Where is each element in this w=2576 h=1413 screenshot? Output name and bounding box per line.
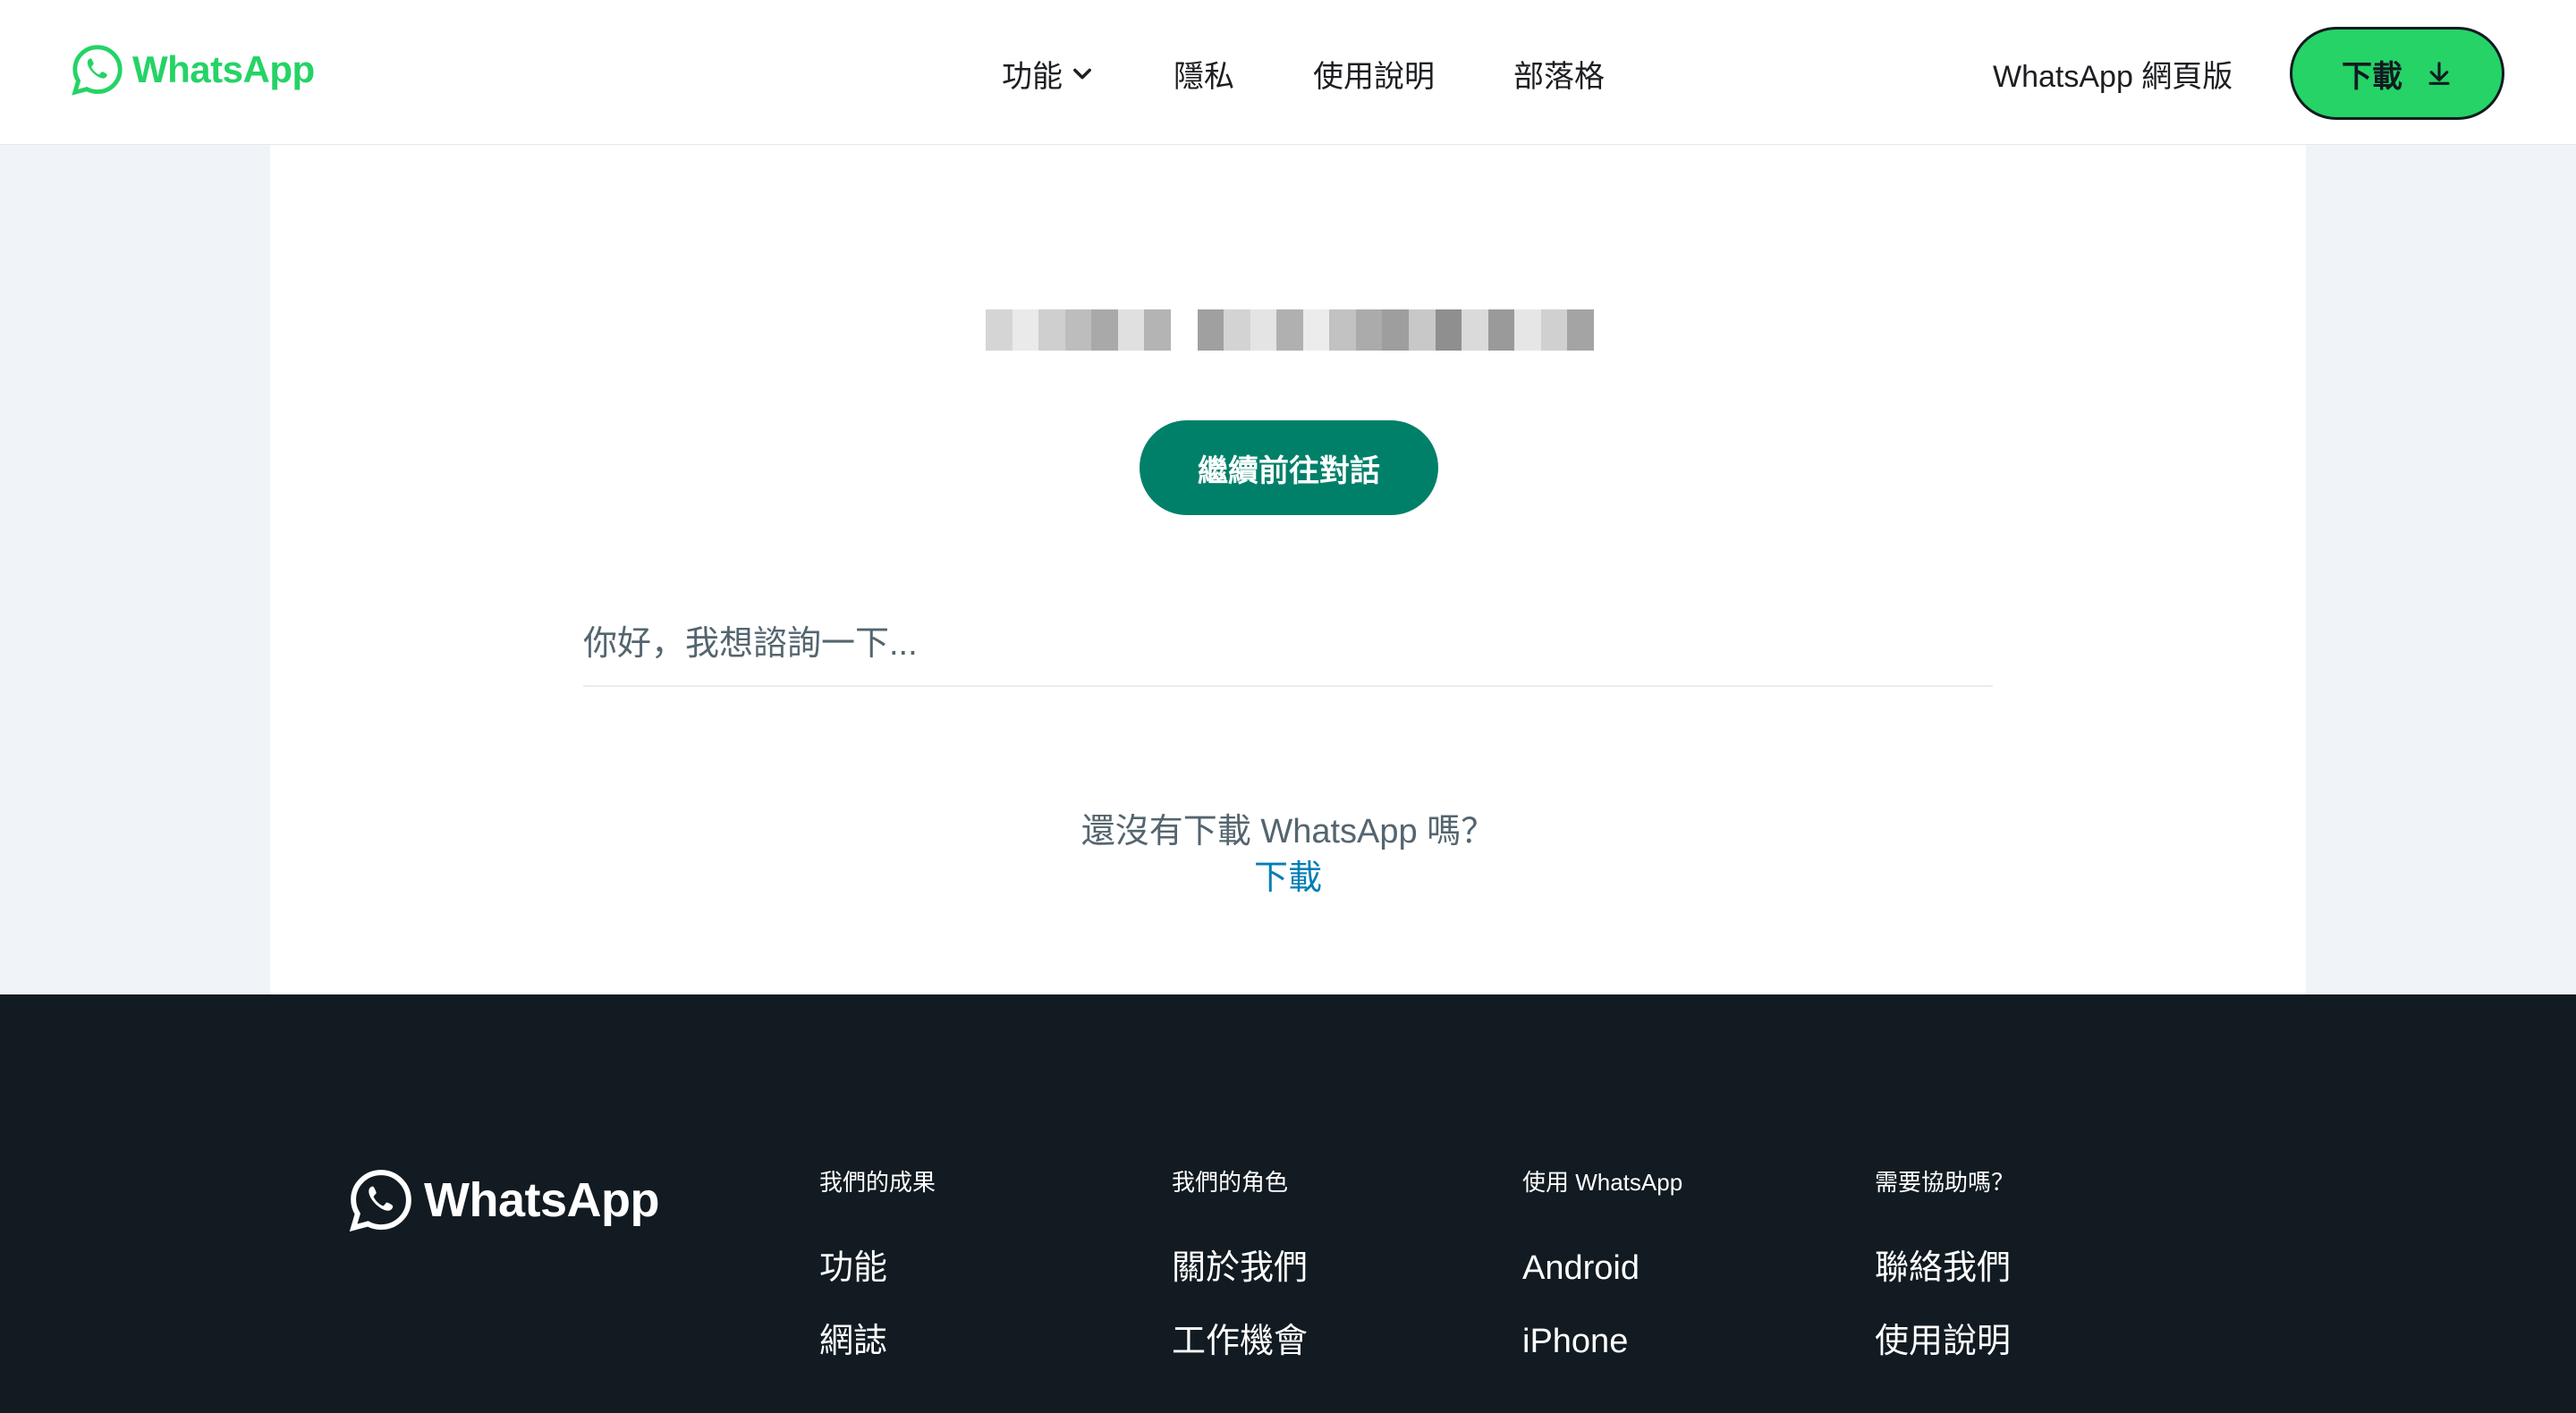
nav-privacy-label: 隱私 bbox=[1174, 59, 1234, 94]
site-header: WhatsApp 功能 隱私 使用說明 部落格 WhatsApp 網頁版 下載 bbox=[0, 0, 2576, 145]
footer-column-help: 需要協助嗎？ 聯絡我們 使用說明 bbox=[1875, 1164, 2197, 1393]
download-button-label: 下載 bbox=[2342, 59, 2402, 94]
footer-heading: 我們的成果 bbox=[819, 1169, 936, 1196]
no-app-prompt: 還沒有下載 WhatsApp 嗎？ bbox=[1080, 813, 1496, 850]
nav-features-label: 功能 bbox=[1002, 59, 1063, 94]
whatsapp-icon bbox=[72, 45, 123, 96]
site-footer: WhatsApp 我們的成果 功能 網誌 我們的角色 關於我們 工作機會 使用 … bbox=[0, 994, 2576, 1413]
nav-help-label: 使用說明 bbox=[1313, 59, 1435, 94]
download-button[interactable]: 下載 bbox=[2290, 27, 2504, 120]
footer-column-about: 我們的角色 關於我們 工作機會 bbox=[1172, 1164, 1494, 1393]
nav-privacy[interactable]: 隱私 bbox=[1174, 52, 1234, 96]
footer-logo-text: WhatsApp bbox=[424, 1173, 659, 1227]
whatsapp-icon bbox=[349, 1170, 411, 1232]
footer-column-use-whatsapp: 使用 WhatsApp Android iPhone bbox=[1522, 1164, 1844, 1393]
footer-logo[interactable]: WhatsApp bbox=[347, 1164, 659, 1236]
footer-heading: 我們的角色 bbox=[1172, 1169, 1289, 1196]
footer-link-android[interactable]: Android bbox=[1522, 1247, 1844, 1320]
continue-to-chat-button[interactable]: 繼續前往對話 bbox=[1140, 420, 1438, 515]
logo-text: WhatsApp bbox=[132, 48, 315, 90]
footer-link-contact[interactable]: 聯絡我們 bbox=[1875, 1247, 2197, 1320]
chevron-down-icon bbox=[1073, 68, 1091, 80]
nav-blog-label: 部落格 bbox=[1513, 59, 1605, 94]
nav-blog[interactable]: 部落格 bbox=[1513, 52, 1605, 96]
footer-heading: 需要協助嗎？ bbox=[1875, 1169, 2015, 1196]
main-nav: 功能 隱私 使用說明 部落格 bbox=[1002, 50, 1605, 97]
footer-link-about-us[interactable]: 關於我們 bbox=[1172, 1247, 1494, 1320]
footer-link-features[interactable]: 功能 bbox=[819, 1247, 1141, 1320]
footer-link-help[interactable]: 使用說明 bbox=[1875, 1320, 2197, 1393]
whatsapp-logo[interactable]: WhatsApp bbox=[70, 39, 315, 100]
download-link[interactable]: 下載 bbox=[270, 850, 2306, 899]
main-card: 繼續前往對話 你好，我想諮詢一下... 還沒有下載 WhatsApp 嗎？ 下載 bbox=[270, 145, 2306, 994]
nav-help[interactable]: 使用說明 bbox=[1313, 52, 1435, 96]
footer-link-careers[interactable]: 工作機會 bbox=[1172, 1320, 1494, 1393]
footer-heading: 使用 WhatsApp bbox=[1522, 1169, 1683, 1196]
message-preview: 你好，我想諮詢一下... bbox=[583, 594, 1993, 687]
footer-link-blog[interactable]: 網誌 bbox=[819, 1320, 1141, 1393]
download-icon bbox=[2428, 62, 2450, 85]
footer-column-achievements: 我們的成果 功能 網誌 bbox=[819, 1164, 1141, 1393]
redacted-phone-number bbox=[986, 309, 1594, 351]
footer-link-iphone[interactable]: iPhone bbox=[1522, 1320, 1844, 1393]
whatsapp-web-link[interactable]: WhatsApp 網頁版 bbox=[1993, 50, 2233, 97]
nav-features[interactable]: 功能 bbox=[1002, 52, 1095, 96]
